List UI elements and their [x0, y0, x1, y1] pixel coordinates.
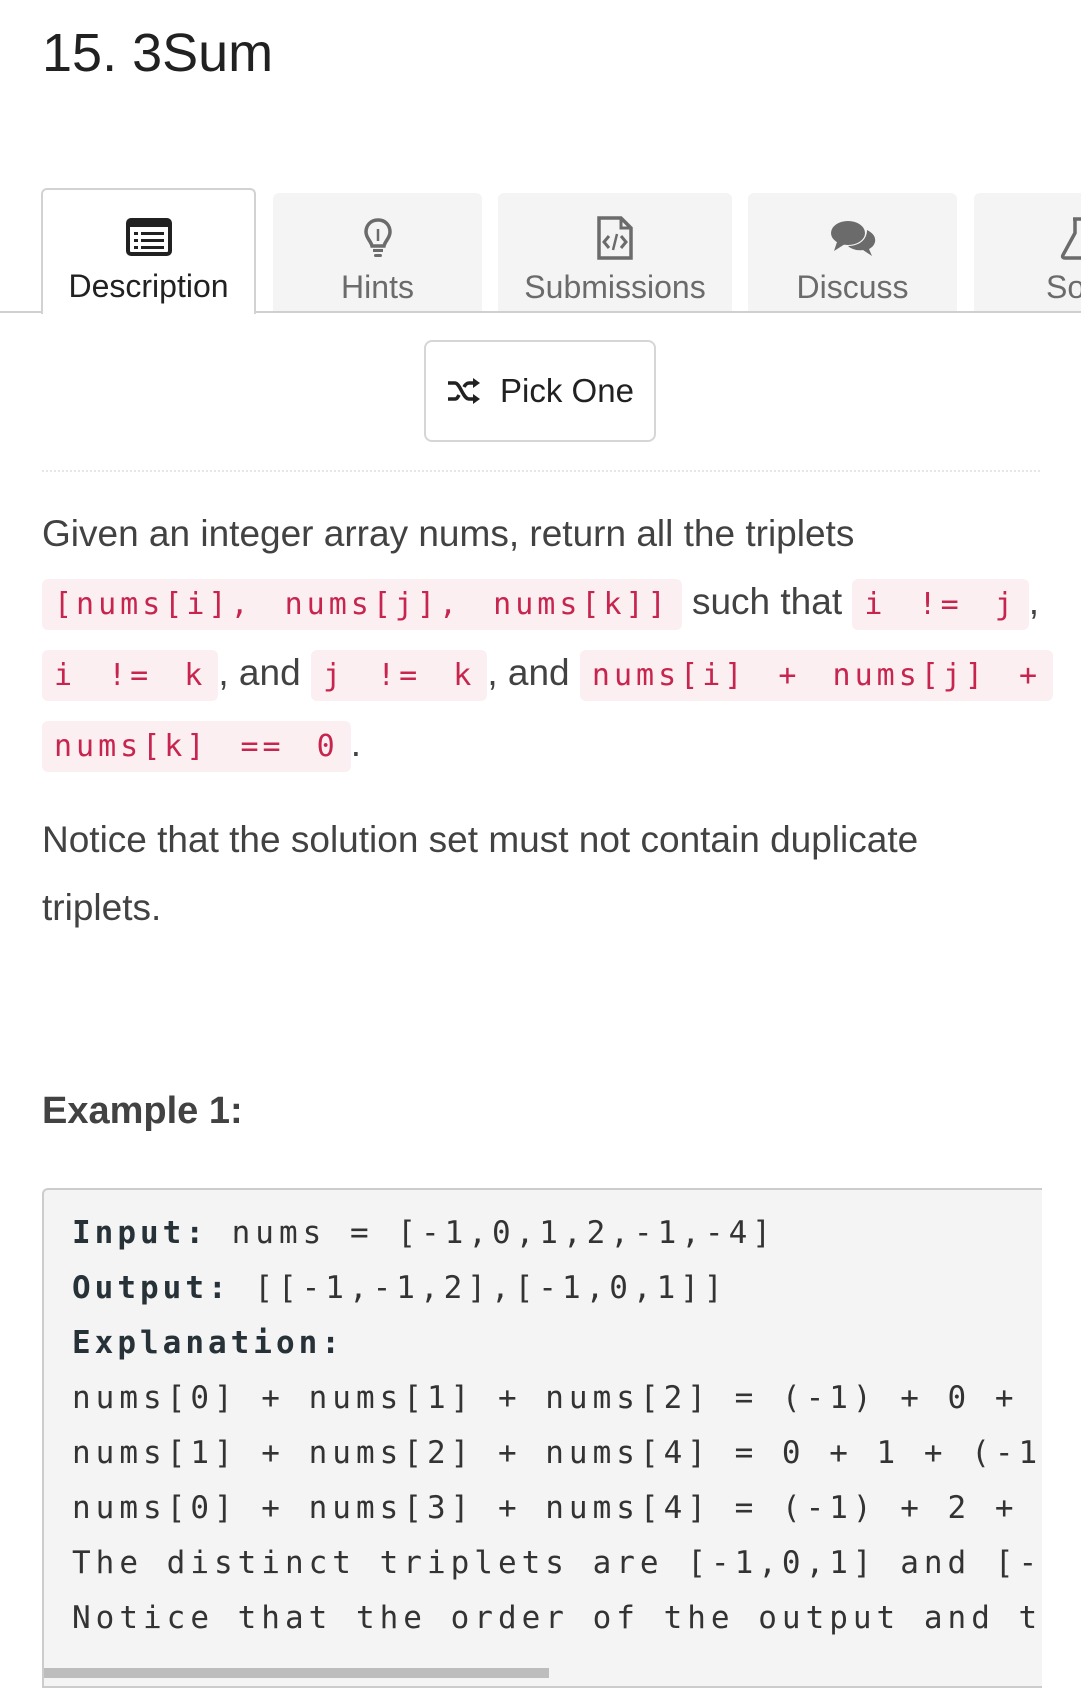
- horizontal-scrollbar[interactable]: [44, 1668, 549, 1678]
- code-file-icon: [596, 213, 634, 263]
- description-text: , and: [487, 652, 580, 693]
- list-icon: [125, 212, 172, 262]
- input-value: nums = [-1,0,1,2,-1,-4]: [207, 1215, 776, 1251]
- explanation-label: Explanation:: [72, 1325, 344, 1361]
- lightbulb-icon: [363, 213, 393, 263]
- explanation-line: nums[1] + nums[2] + nums[4] = 0 + 1 + (-…: [72, 1435, 1042, 1471]
- inline-code: [nums[i], nums[j], nums[k]]: [42, 579, 682, 630]
- tab-submissions[interactable]: Submissions: [498, 193, 732, 311]
- description-text: such that: [681, 581, 853, 622]
- tab-description[interactable]: Description: [41, 188, 256, 314]
- page-title: 15. 3Sum: [42, 23, 274, 83]
- input-label: Input:: [72, 1215, 208, 1251]
- inline-code: j != k: [310, 650, 488, 701]
- tab-solution[interactable]: Solu: [974, 193, 1081, 311]
- inline-code: i != j: [852, 579, 1029, 630]
- tab-submissions-label: Submissions: [524, 269, 706, 305]
- shuffle-icon: [446, 376, 482, 406]
- pick-one-label: Pick One: [500, 372, 634, 409]
- tab-description-label: Description: [68, 268, 229, 304]
- example-title: Example 1:: [42, 1090, 243, 1132]
- tab-hints-label: Hints: [341, 269, 414, 305]
- tab-discuss-label: Discuss: [796, 269, 909, 305]
- description-text: ,: [1028, 581, 1040, 622]
- explanation-line: The distinct triplets are [-1,0,1] and […: [72, 1545, 1042, 1581]
- comments-icon: [829, 213, 877, 263]
- notice-text: Notice that the solution set must not co…: [42, 819, 919, 928]
- inline-code: i != k: [42, 650, 219, 701]
- output-label: Output:: [72, 1270, 231, 1306]
- tab-solution-label: Solu: [1045, 269, 1081, 305]
- output-value: [[-1,-1,2],[-1,0,1]]: [230, 1270, 728, 1306]
- explanation-line: nums[0] + nums[1] + nums[2] = (-1) + 0 +…: [72, 1380, 1042, 1416]
- tab-hints[interactable]: Hints: [273, 193, 482, 311]
- flask-icon: [1059, 213, 1081, 263]
- problem-description: Given an integer array nums, return all …: [42, 500, 1054, 781]
- explanation-line: nums[0] + nums[3] + nums[4] = (-1) + 2 +…: [72, 1490, 1042, 1526]
- example-code-block[interactable]: Input: nums = [-1,0,1,2,-1,-4] Output: […: [42, 1188, 1042, 1688]
- pick-one-button[interactable]: Pick One: [424, 340, 656, 442]
- tab-discuss[interactable]: Discuss: [748, 193, 957, 311]
- description-text: .: [350, 723, 362, 764]
- description-text: Given an integer array nums, return all …: [42, 513, 855, 554]
- content-divider: [42, 470, 1040, 472]
- description-text: , and: [218, 652, 311, 693]
- explanation-line: Notice that the order of the output and …: [72, 1600, 1042, 1636]
- example-lines: Input: nums = [-1,0,1,2,-1,-4] Output: […: [72, 1206, 1042, 1646]
